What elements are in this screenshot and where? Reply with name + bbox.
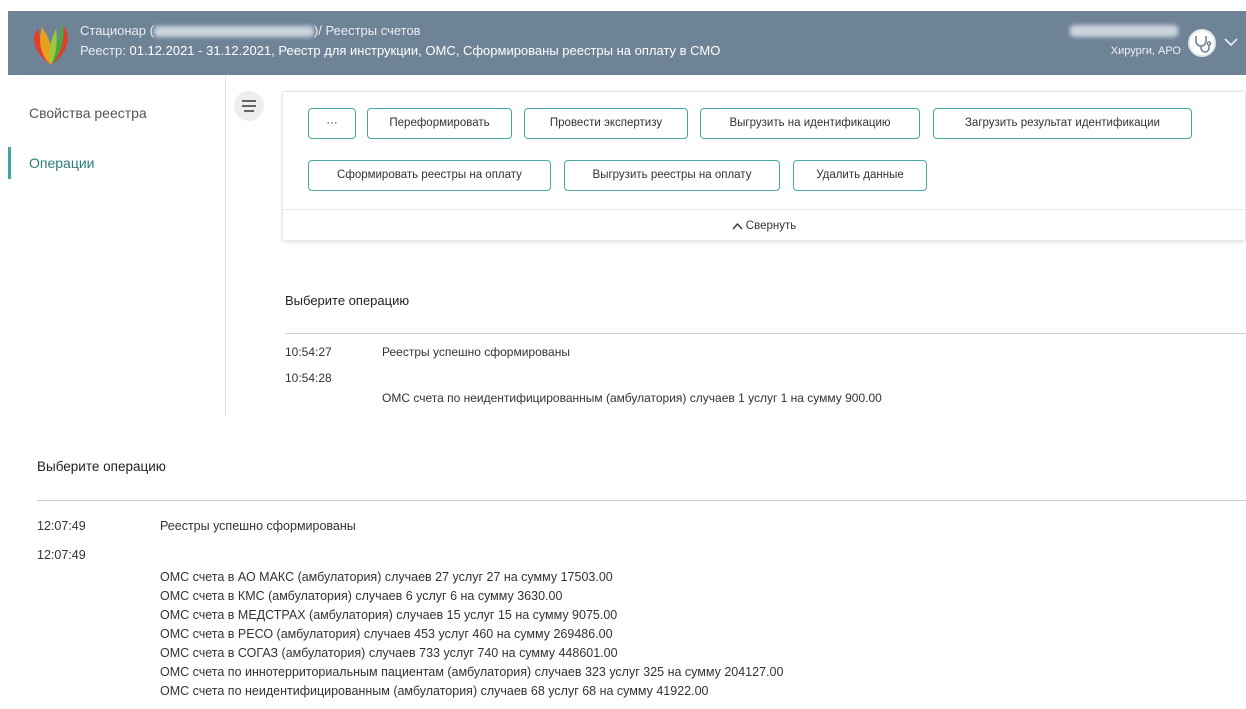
sidebar: Свойства реестра Операции [8,75,226,416]
reform-button[interactable]: Переформировать [367,108,512,139]
registry-label: Реестр: [80,43,130,58]
log-detail: ОМС счета по неидентифицированным (амбул… [382,391,882,405]
upload-for-identification-button[interactable]: Выгрузить на идентификацию [700,108,920,139]
more-actions-button[interactable]: ··· [308,108,356,139]
collapse-label: Свернуть [745,220,797,232]
log-message: Реестры успешно сформированы [382,345,570,359]
delete-data-button[interactable]: Удалить данные [793,160,927,191]
load-identification-result-button[interactable]: Загрузить результат идентификации [933,108,1192,139]
registry-value: 01.12.2021 - 31.12.2021, Реестр для инст… [129,43,721,58]
operations-title: Выберите операцию [285,293,410,308]
collapse-toggle[interactable]: Свернуть [283,210,1245,242]
operations-divider [285,333,1246,334]
registry-app-window: Стационар ( )/ Реестры счетов Реестр: 01.… [8,11,1246,416]
log-detail: ОМС счета в МЕДСТРАХ (амбулатория) случа… [160,608,618,622]
log-detail: ОМС счета по иннотерриториальным пациент… [160,665,784,679]
operations-panel: ··· Переформировать Провести экспертизу … [282,91,1246,241]
breadcrumb-suffix[interactable]: )/ Реестры счетов [314,23,421,38]
log-detail: ОМС счета в СОГАЗ (амбулатория) случаев … [160,646,618,660]
sidebar-active-indicator [8,147,11,179]
operations-divider-2 [37,500,1246,501]
hamburger-menu-icon[interactable] [234,91,264,121]
upload-payment-registries-button[interactable]: Выгрузить реестры на оплату [564,160,780,191]
log-time: 10:54:27 [285,345,332,359]
log-detail: ОМС счета в АО МАКС (амбулатория) случае… [160,570,613,584]
sidebar-item-operations[interactable]: Операции [29,155,95,171]
log-time: 12:07:49 [37,519,86,533]
stethoscope-avatar-icon[interactable] [1188,29,1216,57]
breadcrumb: Стационар ( )/ Реестры счетов [80,23,421,38]
redacted-organization [153,26,314,38]
redacted-user-name [1070,25,1178,37]
chevron-down-icon[interactable] [1222,33,1240,51]
chevron-up-icon [732,222,743,230]
user-role: Хирурги, АРО [1110,45,1181,57]
log-detail: ОМС счета по неидентифицированным (амбул… [160,684,709,698]
run-expertise-button[interactable]: Провести экспертизу [524,108,688,139]
operations-title-2: Выберите операцию [37,459,166,474]
log-detail: ОМС счета в РЕСО (амбулатория) случаев 4… [160,627,613,641]
registry-info: Реестр: 01.12.2021 - 31.12.2021, Реестр … [80,43,720,58]
log-time: 10:54:28 [285,371,332,385]
sidebar-item-properties[interactable]: Свойства реестра [29,105,147,121]
app-header: Стационар ( )/ Реестры счетов Реестр: 01.… [8,11,1246,75]
form-payment-registries-button[interactable]: Сформировать реестры на оплату [308,160,551,191]
app-logo-icon [34,23,68,65]
log-message: Реестры успешно сформированы [160,519,356,533]
log-detail: ОМС счета в КМС (амбулатория) случаев 6 … [160,589,563,603]
log-time: 12:07:49 [37,548,86,562]
breadcrumb-prefix: Стационар ( [80,23,154,38]
